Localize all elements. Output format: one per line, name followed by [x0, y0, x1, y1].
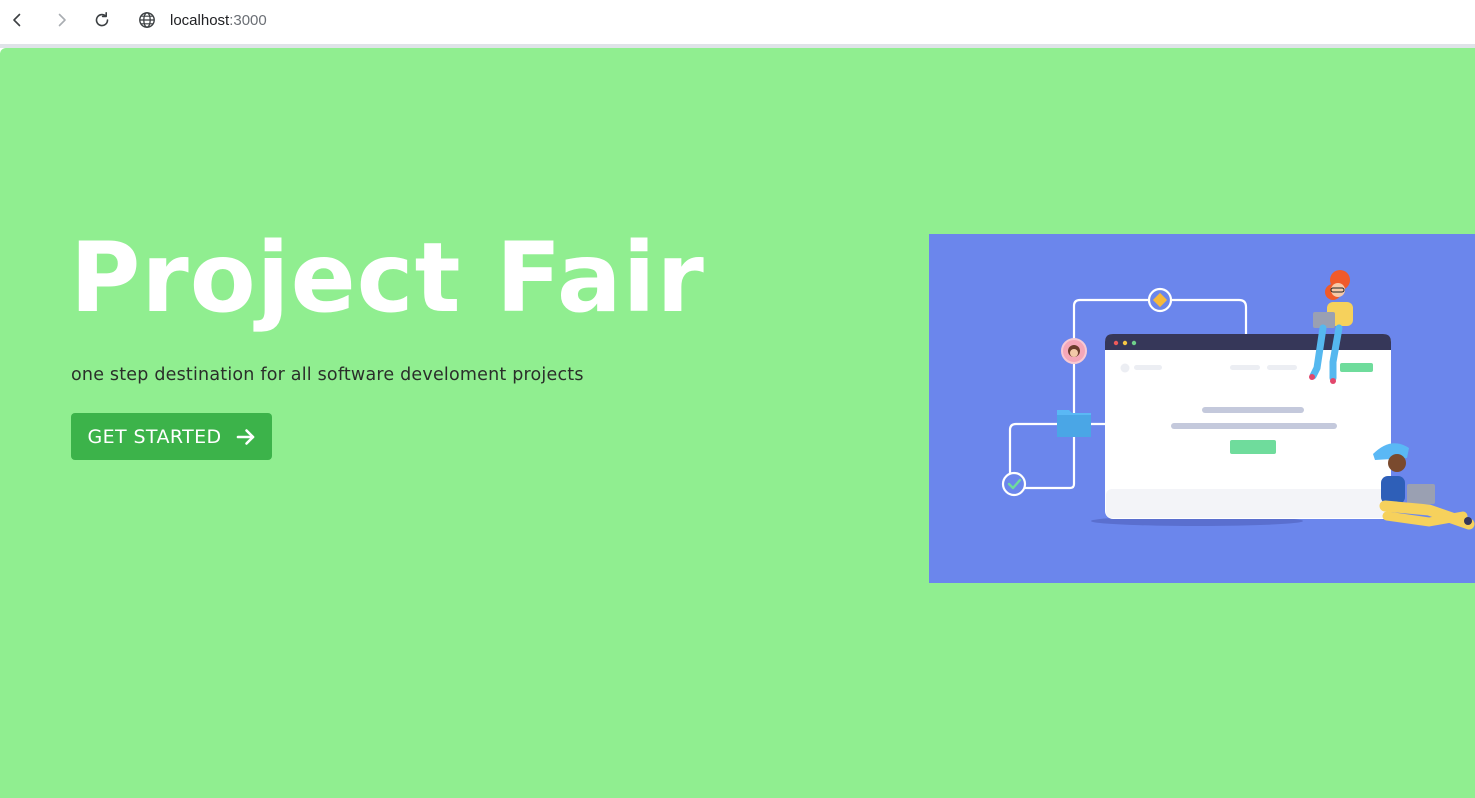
url-host: localhost: [170, 11, 230, 29]
url-text[interactable]: localhost:3000: [170, 12, 267, 29]
address-bar[interactable]: localhost:3000: [138, 8, 267, 32]
get-started-label: GET STARTED: [87, 425, 222, 448]
back-button[interactable]: [5, 8, 29, 32]
hero-title: Project Fair: [70, 222, 705, 334]
arrow-left-icon: [13, 13, 21, 27]
reload-icon: [95, 12, 109, 27]
forward-button[interactable]: [50, 8, 74, 32]
hero-illustration: [929, 234, 1475, 583]
arrow-right-icon: [236, 428, 256, 446]
url-port: :3000: [229, 11, 267, 29]
globe-icon: [139, 12, 155, 28]
arrow-right-icon: [58, 13, 66, 27]
collaboration-illustration: [1001, 270, 1475, 530]
get-started-button[interactable]: GET STARTED: [71, 413, 272, 460]
landing-page: Project Fair one step destination for al…: [0, 48, 1475, 798]
reload-button[interactable]: [90, 8, 114, 32]
browser-toolbar: localhost:3000: [0, 0, 1475, 45]
hero-subtitle: one step destination for all software de…: [71, 365, 584, 385]
